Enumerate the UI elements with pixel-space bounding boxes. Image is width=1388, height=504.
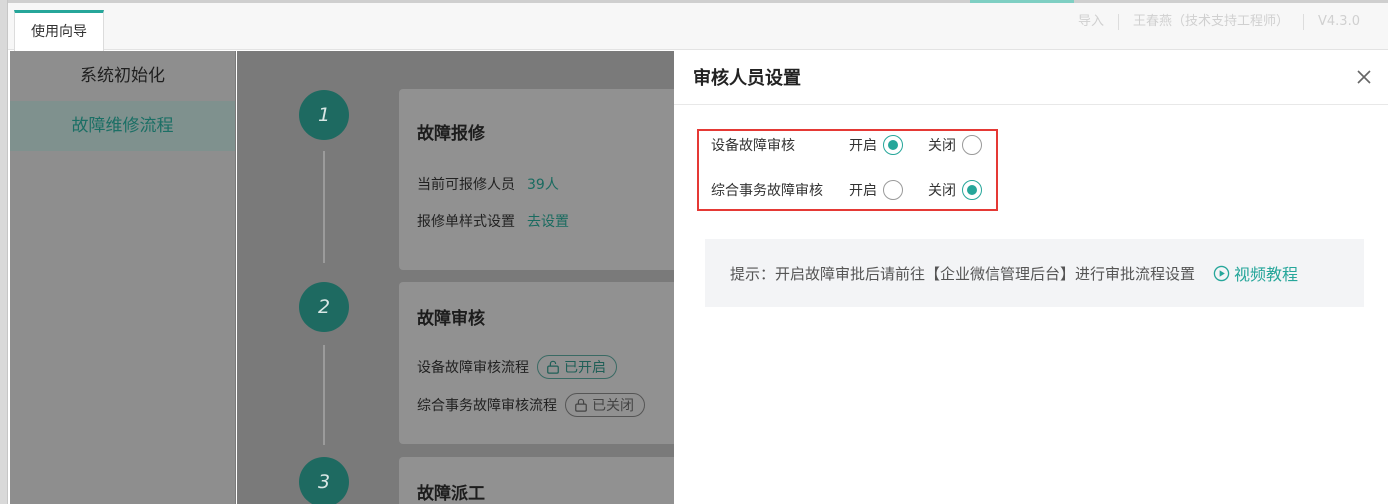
panel-title: 审核人员设置 [693,68,801,89]
radio-device-review-on[interactable]: 开启 [849,135,903,155]
sidebar-item-system-init[interactable]: 系统初始化 [10,51,235,101]
reviewer-settings-panel: 审核人员设置 设备故障审核 开启 关闭 综合事务故障审核 开启 关闭 提示：开启… [674,51,1388,504]
card-row-device-review: 设备故障审核流程 已开启 [417,355,617,379]
card-row-reporters: 当前可报修人员 39人 [417,174,559,194]
row-label: 当前可报修人员 [417,177,515,193]
card-row-form-style: 报修单样式设置 去设置 [417,211,569,231]
step-number-3: 3 [299,457,349,504]
status-badge-disabled[interactable]: 已关闭 [565,393,645,417]
import-link[interactable]: 导入 [1078,12,1104,32]
lock-icon [575,398,587,412]
radio-label: 关闭 [928,138,956,154]
row-label: 设备故障审核流程 [417,360,529,376]
sidebar-item-repair-flow[interactable]: 故障维修流程 [10,101,235,151]
step-connector [323,151,325,263]
user-name[interactable]: 王春燕（技术支持工程师） [1133,12,1289,32]
tab-usage-guide[interactable]: 使用向导 [14,10,104,51]
row-label: 报修单样式设置 [417,214,515,230]
status-text: 已关闭 [592,398,634,414]
step-number-1: 1 [299,90,349,140]
status-badge-enabled[interactable]: 已开启 [537,355,617,379]
left-edge [0,0,8,504]
header-separator [1118,14,1119,30]
panel-divider [674,104,1388,105]
main-content: 1 故障报修 当前可报修人员 39人 报修单样式设置 去设置 2 故障审核 设备… [237,51,674,504]
step-number-2: 2 [299,282,349,332]
top-border [0,0,1388,3]
radio-icon-unchecked[interactable] [883,180,903,200]
step-connector [323,345,325,445]
radio-label: 开启 [849,138,877,154]
radio-label: 开启 [849,183,877,199]
video-tutorial-link[interactable]: 视频教程 [1213,261,1298,285]
top-accent-bar [970,0,1074,3]
card-title: 故障派工 [417,484,485,504]
go-settings-link[interactable]: 去设置 [527,211,569,231]
option-label: 综合事务故障审核 [711,183,823,199]
row-label: 综合事务故障审核流程 [417,398,557,414]
radio-icon-unchecked[interactable] [962,135,982,155]
card-title: 故障审核 [417,309,485,329]
version-label: V4.3.0 [1318,14,1360,29]
step-card-repair-report: 故障报修 当前可报修人员 39人 报修单样式设置 去设置 [399,89,674,270]
option-row-device-review: 设备故障审核 开启 关闭 [711,135,982,155]
tip-text: 提示：开启故障审批后请前往【企业微信管理后台】进行审批流程设置 [730,264,1196,283]
step-card-dispatch: 故障派工 [399,457,674,504]
radio-icon-checked[interactable] [883,135,903,155]
header-right: 导入 王春燕（技术支持工程师） V4.3.0 [1078,12,1360,32]
option-row-general-review: 综合事务故障审核 开启 关闭 [711,180,982,200]
video-tutorial-label[interactable]: 视频教程 [1234,261,1298,285]
top-bar: 使用向导 导入 王春燕（技术支持工程师） V4.3.0 [0,0,1388,51]
play-circle-icon [1213,265,1230,281]
option-label: 设备故障审核 [711,138,795,154]
status-text: 已开启 [564,360,606,376]
radio-label: 关闭 [928,183,956,199]
reporters-count-link[interactable]: 39人 [527,174,559,194]
card-title: 故障报修 [417,124,485,144]
card-row-general-review: 综合事务故障审核流程 已关闭 [417,393,645,417]
close-icon[interactable] [1354,67,1374,87]
tip-box: 提示：开启故障审批后请前往【企业微信管理后台】进行审批流程设置 视频教程 [705,239,1364,307]
radio-icon-checked[interactable] [962,180,982,200]
radio-general-review-on[interactable]: 开启 [849,180,903,200]
sidebar: 系统初始化 故障维修流程 [10,51,236,504]
radio-general-review-off[interactable]: 关闭 [928,180,982,200]
unlock-icon [547,360,559,374]
header-separator [1303,14,1305,30]
radio-device-review-off[interactable]: 关闭 [928,135,982,155]
step-card-review: 故障审核 设备故障审核流程 已开启 综合事务故障审核流程 已关闭 [399,282,674,444]
